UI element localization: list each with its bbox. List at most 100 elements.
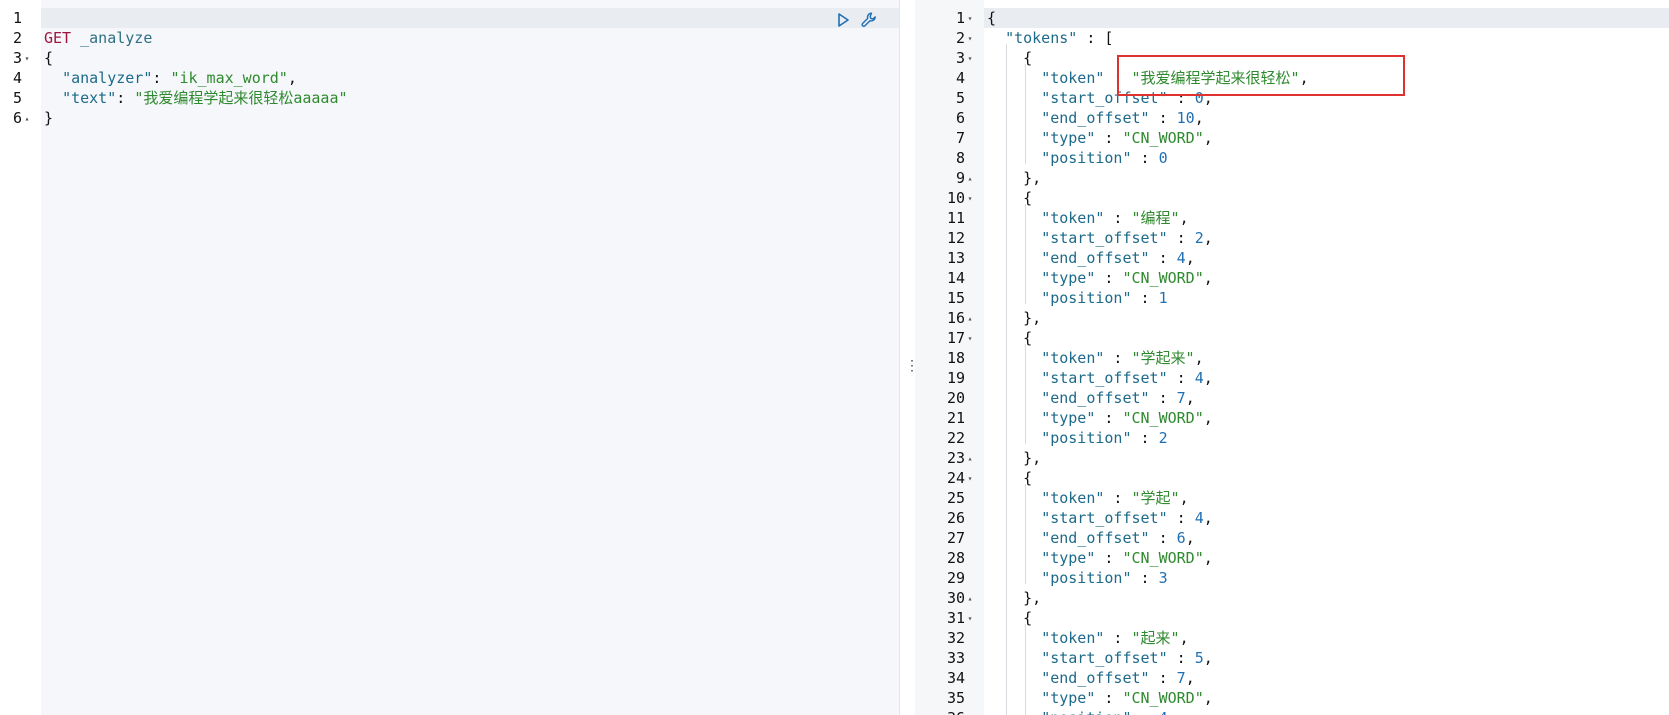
code-line[interactable]: "analyzer": "ik_max_word", [44,68,297,88]
code-token: _analyze [80,29,153,47]
response-gutter: 1 ▾ 2 ▾ 3 ▾ 4 5 6 7 8 9 ▴ 10 ▾ 11 12 13 14 15 16 ▴ 17 ▾ 18 19 20 21… [915,0,984,715]
code-line[interactable]: { [44,48,53,68]
code-token: }, [987,449,1042,467]
code-token: "type" [1041,689,1096,707]
fold-arrow-down-icon[interactable]: ▾ [965,609,975,629]
fold-arrow-up-icon[interactable]: ▴ [22,109,32,129]
code-token: : [ [1077,29,1114,47]
code-token: { [987,329,1033,347]
fold-arrow-down-icon[interactable]: ▾ [965,9,975,29]
code-line[interactable]: "token" : "学起来", [987,348,1203,368]
fold-arrow-up-icon[interactable]: ▴ [965,589,975,609]
fold-arrow-down-icon[interactable]: ▾ [22,49,32,69]
line-number-text: 5 [12,89,22,107]
request-code[interactable]: GET _analyze{ "analyzer": "ik_max_word",… [44,0,899,715]
code-token: 3 [1158,569,1168,587]
request-editor[interactable]: 1 2 3 ▾ 4 5 6 ▴ GET _analyze{ "analyzer": "ik_m… [0,0,899,715]
request-settings-button[interactable] [860,11,878,29]
fold-arrow-up-icon[interactable]: ▴ [965,309,975,329]
play-icon [838,13,849,27]
code-token: "CN_WORD" [1122,269,1204,287]
code-line[interactable]: "type" : "CN_WORD", [987,408,1213,428]
code-line[interactable]: "start_offset" : 4, [987,368,1213,388]
code-line[interactable]: "start_offset" : 5, [987,648,1213,668]
code-line[interactable]: "end_offset" : 7, [987,388,1195,408]
pane-splitter[interactable]: ⋮ [899,0,919,715]
line-number-text: 18 [946,349,965,367]
code-line[interactable]: "tokens" : [ [987,28,1113,48]
code-line[interactable]: "end_offset" : 4, [987,248,1195,268]
code-line[interactable]: { [987,468,1032,488]
code-line[interactable]: "position" : 1 [987,288,1167,308]
code-line[interactable]: "token" : "编程", [987,208,1188,228]
line-number: 1 [0,8,32,28]
code-line[interactable]: "end_offset" : 10, [987,108,1204,128]
fold-arrow-down-icon[interactable]: ▾ [965,49,975,69]
code-line[interactable]: }, [987,168,1041,188]
code-line[interactable]: { [987,188,1032,208]
code-line[interactable]: "position" : 4 [987,708,1167,715]
code-token: "start_offset" [1041,649,1168,667]
code-line[interactable]: "position" : 2 [987,428,1167,448]
run-request-button[interactable] [834,11,852,29]
fold-arrow-up-icon[interactable]: ▴ [965,169,975,189]
code-token: 4 [1194,369,1204,387]
line-number-text: 32 [946,629,965,647]
code-line[interactable]: }, [987,588,1041,608]
code-line[interactable]: "end_offset" : 7, [987,668,1195,688]
fold-arrow-down-icon[interactable]: ▾ [965,329,975,349]
code-line[interactable]: { [987,328,1032,348]
code-token: 4 [1194,509,1204,527]
fold-arrow-down-icon[interactable]: ▾ [965,189,975,209]
code-token: : [1131,569,1159,587]
code-line[interactable]: "type" : "CN_WORD", [987,688,1213,708]
code-line[interactable]: "text": "我爱编程学起来很轻松aaaaa" [44,88,348,108]
line-number: 8 [915,148,975,168]
code-token: "end_offset" [1041,249,1150,267]
code-line[interactable]: "end_offset" : 6, [987,528,1195,548]
code-line[interactable]: { [987,48,1032,68]
code-token: 2 [1194,229,1204,247]
code-token: "token" [1041,209,1105,227]
code-line[interactable]: "start_offset" : 2, [987,228,1213,248]
fold-arrow-down-icon[interactable]: ▾ [965,29,975,49]
code-token: : [1095,689,1123,707]
line-number-text: 25 [946,489,965,507]
code-line[interactable]: GET _analyze [44,28,152,48]
code-line[interactable]: "type" : "CN_WORD", [987,548,1213,568]
code-line[interactable]: "token" : "学起", [987,488,1188,508]
code-token: "我爱编程学起来很轻松aaaaa" [134,89,348,107]
code-line[interactable]: }, [987,308,1041,328]
code-line[interactable]: { [987,608,1032,628]
line-number: 4 [915,68,975,88]
code-line[interactable]: { [987,8,996,28]
code-line[interactable]: "token" : "起来", [987,628,1188,648]
line-number-text: 19 [946,369,965,387]
fold-arrow-up-icon[interactable]: ▴ [965,449,975,469]
code-line[interactable]: "type" : "CN_WORD", [987,268,1213,288]
line-number-text: 17 [946,329,965,347]
code-line[interactable]: "start_offset" : 4, [987,508,1213,528]
code-line[interactable]: "position" : 3 [987,568,1168,588]
line-number: 12 [915,228,975,248]
response-editor[interactable]: 1 ▾ 2 ▾ 3 ▾ 4 5 6 7 8 9 ▴ 10 ▾ 11 12 13 14 15 16 ▴ 17 ▾ 18 19 20 21… [915,0,1669,715]
code-line[interactable]: "position" : 0 [987,148,1167,168]
code-token: 4 [1176,249,1186,267]
console-window: 1 2 3 ▾ 4 5 6 ▴ GET _analyze{ "analyzer": "ik_m… [0,0,1669,715]
line-number-text: 30 [946,589,965,607]
code-line[interactable]: } [44,108,53,128]
line-number: 14 [915,268,975,288]
code-token: "CN_WORD" [1122,409,1204,427]
line-number-text: 24 [946,469,965,487]
line-number-text: 26 [946,509,965,527]
code-line[interactable]: }, [987,448,1041,468]
line-number-text: 1 [12,9,22,27]
code-line[interactable]: "type" : "CN_WORD", [987,128,1213,148]
fold-arrow-down-icon[interactable]: ▾ [965,469,975,489]
response-code[interactable]: { "tokens" : [ { "token" : "我爱编程学起来很轻松",… [987,0,1669,715]
splitter-handle-icon[interactable]: ⋮ [905,356,919,376]
